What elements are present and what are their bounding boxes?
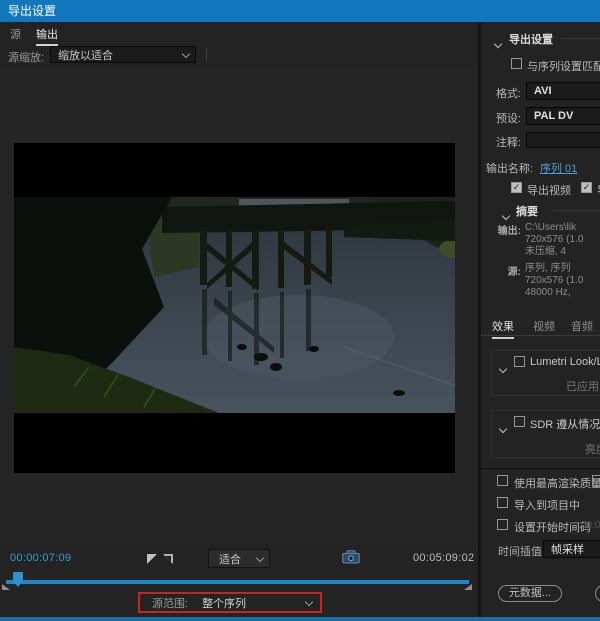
export-video-label: 导出视频 — [527, 182, 571, 198]
format-value: AVI — [534, 85, 552, 97]
summary-output-line: 720x576 (1.0 — [525, 234, 583, 246]
preview-pane: 源 输出 源缩放: 缩放以适合 — [0, 22, 481, 617]
current-timecode: 00:00:07:09 — [10, 552, 71, 564]
source-range-label: 源范围: — [152, 595, 188, 611]
tab-video[interactable]: 视频 — [533, 318, 555, 334]
tab-output[interactable]: 输出 — [36, 26, 58, 46]
export-settings-header: 导出设置 — [509, 31, 553, 47]
summary-source-line: 序列, 序列 — [525, 263, 571, 275]
duration-timecode: 00:05:09:02 — [413, 552, 474, 564]
view-zoom-dropdown[interactable]: 适合 — [208, 549, 270, 568]
interpolation-label: 时间插值: — [498, 543, 545, 559]
export-frame-camera-icon[interactable] — [342, 550, 360, 564]
preset-dropdown[interactable]: PAL DV — [526, 107, 600, 125]
source-scaling-label: 源缩放: — [8, 49, 44, 65]
sdr-status: 亮度 — [585, 441, 600, 457]
format-label: 格式: — [481, 85, 521, 101]
source-output-tabbar: 源 输出 — [0, 22, 478, 44]
interpolation-value: 帧采样 — [551, 541, 584, 557]
export-audio-checkbox[interactable] — [581, 182, 592, 193]
interpolation-dropdown[interactable]: 帧采样 — [543, 540, 600, 558]
disclosure-open-icon[interactable] — [500, 359, 506, 377]
source-range-row: 源范围: 整个序列 — [0, 590, 478, 616]
video-frame — [14, 143, 455, 473]
chevron-down-icon — [182, 49, 190, 57]
bottom-accent-line — [0, 617, 600, 621]
sdr-label: SDR 遵从情况 — [530, 416, 600, 432]
header-rule — [561, 38, 600, 39]
highest-quality-checkbox[interactable] — [497, 475, 508, 486]
set-start-timecode-label: 设置开始时间码 — [514, 519, 591, 535]
disclosure-open-icon[interactable] — [500, 419, 506, 437]
view-zoom-value: 适合 — [219, 551, 241, 567]
summary-output-label: 输出: — [481, 222, 521, 237]
output-name-link[interactable]: 序列 01 — [540, 160, 577, 176]
set-start-timecode-checkbox[interactable] — [497, 519, 508, 530]
comments-label: 注释: — [481, 134, 521, 150]
lumetri-status: 已应用 — [566, 378, 599, 394]
tab-source[interactable]: 源 — [10, 26, 21, 42]
lumetri-checkbox[interactable] — [514, 356, 525, 367]
highest-quality-label: 使用最高渲染质量 — [514, 475, 600, 491]
output-name-label: 输出名称: — [481, 160, 533, 176]
summary-source-label: 源: — [481, 263, 521, 278]
summary-output-line: C:\Users\lik — [525, 222, 576, 234]
chevron-down-icon[interactable] — [305, 597, 313, 605]
source-range-value[interactable]: 整个序列 — [202, 595, 246, 611]
summary-source-line: 48000 Hz, — [525, 287, 571, 299]
timeline-scrubber — [0, 572, 478, 592]
comments-field[interactable] — [526, 132, 600, 148]
source-scaling-value: 缩放以适合 — [58, 47, 113, 63]
preset-value: PAL DV — [534, 110, 573, 122]
disclosure-open-icon[interactable] — [495, 34, 501, 52]
export-settings-pane: 导出设置 与序列设置匹配 格式: AVI 预设: PAL DV 注释: 输出名称… — [481, 22, 600, 617]
playhead-icon[interactable] — [13, 572, 23, 587]
annotation-highlight-box: 源范围: 整个序列 — [138, 592, 322, 613]
summary-output-line: 未压缩, 4 — [525, 246, 566, 258]
lumetri-label: Lumetri Look/LUT — [530, 356, 600, 368]
start-timecode-value: 00:0 — [581, 520, 600, 531]
match-sequence-label: 与序列设置匹配 — [527, 58, 600, 74]
match-sequence-checkbox[interactable] — [511, 58, 522, 69]
metadata-button[interactable]: 元数据... — [498, 585, 562, 602]
tab-audio[interactable]: 音频 — [571, 318, 593, 334]
import-into-project-checkbox[interactable] — [497, 497, 508, 508]
use-previews-checkbox[interactable] — [592, 475, 600, 486]
source-scaling-row: 源缩放: 缩放以适合 — [0, 44, 478, 66]
timeline-track[interactable] — [6, 580, 469, 584]
export-video-checkbox[interactable] — [511, 182, 522, 193]
format-dropdown[interactable]: AVI — [526, 82, 600, 100]
summary-source-line: 720x576 (1.0 — [525, 275, 583, 287]
toolbar-divider — [206, 48, 207, 62]
source-scaling-dropdown[interactable]: 缩放以适合 — [50, 46, 196, 63]
set-in-point-icon[interactable] — [147, 554, 157, 564]
summary-header: 摘要 — [516, 203, 538, 219]
tabbar-rule — [481, 335, 600, 336]
video-preview-area — [0, 66, 478, 545]
import-into-project-label: 导入到项目中 — [514, 497, 580, 513]
sdr-checkbox[interactable] — [514, 416, 525, 427]
video-still-image — [14, 197, 455, 413]
chevron-down-icon — [256, 553, 264, 561]
preset-label: 预设: — [481, 110, 521, 126]
effects-tabbar: 效果 视频 音频 — [481, 315, 600, 336]
options-separator — [481, 468, 600, 469]
set-out-point-icon[interactable] — [163, 554, 173, 564]
queue-button-partial[interactable] — [595, 585, 600, 602]
transport-bar: 00:00:07:09 适合 00:05:09:02 — [0, 545, 478, 575]
export-settings-dialog: 导出设置 源 输出 源缩放: 缩放以适合 — [0, 0, 600, 621]
summary-rule — [553, 210, 600, 211]
dialog-title: 导出设置 — [0, 0, 600, 22]
